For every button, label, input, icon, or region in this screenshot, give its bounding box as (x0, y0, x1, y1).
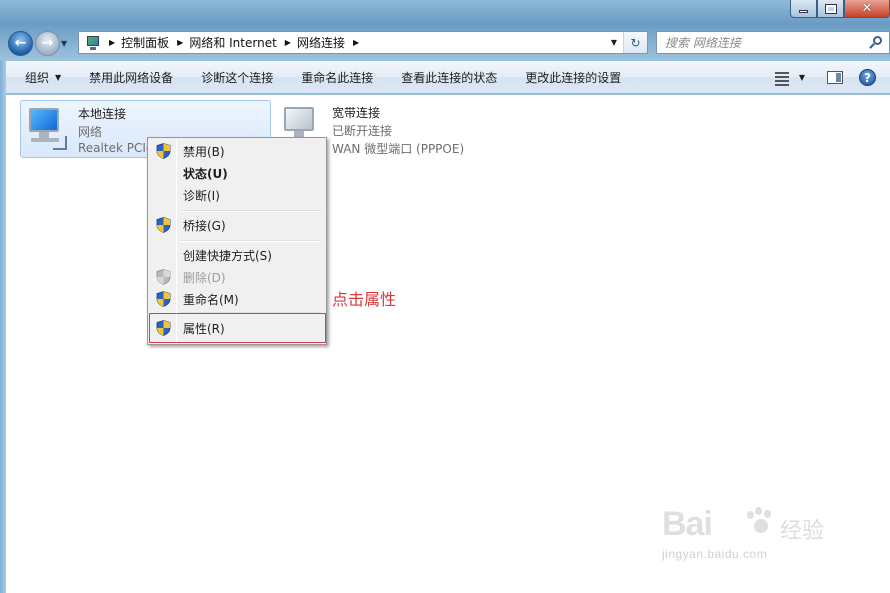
baidu-watermark: Bai 经验 jingyan.baidu.com (662, 505, 872, 565)
maximize-icon (824, 3, 837, 14)
close-button[interactable]: ✕ (844, 0, 890, 18)
breadcrumb-chevron-icon[interactable]: ▶ (285, 38, 291, 47)
menu-item-diagnose[interactable]: 诊断(I) (150, 184, 324, 206)
control-panel-icon (85, 35, 101, 51)
search-input[interactable]: 搜索 网络连接 (665, 34, 869, 51)
network-adapter-icon (27, 108, 69, 152)
breadcrumb-chevron-icon[interactable]: ▶ (353, 38, 359, 47)
uac-shield-icon (156, 320, 171, 336)
menu-item-status[interactable]: 状态(U) (150, 162, 324, 184)
change-settings-button[interactable]: 更改此连接的设置 (511, 61, 635, 94)
menu-separator (180, 210, 322, 212)
uac-shield-disabled-icon (156, 269, 171, 285)
address-bar[interactable]: ▶ 控制面板 ▶ 网络和 Internet ▶ 网络连接 ▶ ▼ ↻ (78, 31, 648, 54)
menu-item-label: 删除(D) (183, 270, 226, 285)
breadcrumb-control-panel[interactable]: 控制面板 (121, 34, 169, 51)
command-bar-right: ▼ ? (761, 61, 890, 94)
address-dropdown-icon[interactable]: ▼ (607, 32, 621, 53)
menu-item-disable[interactable]: 禁用(B) (150, 140, 324, 162)
minimize-icon (799, 10, 808, 13)
rename-connection-button[interactable]: 重命名此连接 (287, 61, 387, 94)
uac-shield-icon (156, 143, 171, 159)
caption-buttons: ✕ (790, 0, 890, 18)
change-view-icon[interactable] (774, 71, 789, 86)
breadcrumb-chevron-icon[interactable]: ▶ (177, 38, 183, 47)
navigation-bar: ← → ▼ ▶ 控制面板 ▶ 网络和 Internet ▶ 网络连接 ▶ ▼ ↻… (8, 28, 890, 58)
connection-name: 宽带连接 (332, 106, 381, 120)
forward-arrow-icon: → (41, 35, 54, 51)
breadcrumb-network-connections[interactable]: 网络连接 (297, 34, 345, 51)
organize-menu-button[interactable]: 组织 ▼ (6, 61, 75, 94)
connection-device: Realtek PCIe (78, 141, 154, 155)
annotation-text: 点击属性 (332, 290, 397, 309)
maximize-button[interactable] (817, 0, 844, 18)
uac-shield-icon (156, 291, 171, 307)
disable-device-button[interactable]: 禁用此网络设备 (75, 61, 187, 94)
breadcrumb-chevron-icon[interactable]: ▶ (109, 38, 115, 47)
paw-icon (744, 507, 774, 537)
view-status-button[interactable]: 查看此连接的状态 (387, 61, 511, 94)
chevron-down-icon: ▼ (55, 72, 62, 82)
menu-separator (180, 240, 322, 242)
connection-status: 网络 (78, 125, 103, 139)
minimize-button[interactable] (790, 0, 817, 18)
back-arrow-icon: ← (14, 35, 27, 51)
preview-pane-icon[interactable] (827, 71, 843, 84)
connection-device: WAN 微型端口 (PPPOE) (332, 142, 465, 156)
breadcrumb-network-internet[interactable]: 网络和 Internet (189, 34, 276, 51)
views-dropdown-icon[interactable]: ▼ (799, 73, 805, 82)
menu-item-label: 重命名(M) (183, 292, 239, 307)
watermark-logo-text: Bai (662, 505, 713, 543)
menu-item-label: 属性(R) (183, 321, 225, 336)
search-box[interactable]: 搜索 网络连接 (656, 31, 890, 54)
connection-status: 已断开连接 (332, 124, 393, 138)
recent-pages-dropdown[interactable]: ▼ (61, 39, 73, 48)
context-menu: 禁用(B) 状态(U) 诊断(I) 桥接(G) 创建快捷方式(S) 删除(D) … (147, 137, 327, 345)
back-button[interactable]: ← (8, 30, 33, 56)
help-icon[interactable]: ? (859, 69, 876, 86)
menu-item-properties[interactable]: 属性(R) (149, 313, 326, 343)
menu-item-create-shortcut[interactable]: 创建快捷方式(S) (150, 244, 324, 266)
watermark-url: jingyan.baidu.com (662, 547, 768, 561)
organize-label: 组织 (25, 70, 50, 85)
search-icon[interactable] (869, 35, 883, 50)
menu-item-label: 诊断(I) (183, 188, 220, 203)
close-icon: ✕ (861, 1, 873, 16)
watermark-cn-text: 经验 (780, 519, 825, 544)
menu-item-label: 创建快捷方式(S) (183, 248, 272, 263)
menu-item-delete: 删除(D) (150, 266, 324, 288)
menu-item-label: 桥接(G) (183, 218, 226, 233)
diagnose-connection-button[interactable]: 诊断这个连接 (187, 61, 287, 94)
connection-name: 本地连接 (78, 107, 127, 121)
forward-button[interactable]: → (35, 30, 60, 56)
menu-item-label: 禁用(B) (183, 144, 225, 159)
uac-shield-icon (156, 217, 171, 233)
refresh-button[interactable]: ↻ (623, 32, 647, 53)
command-bar: 组织 ▼ 禁用此网络设备 诊断这个连接 重命名此连接 查看此连接的状态 更改此连… (6, 61, 890, 94)
menu-item-rename[interactable]: 重命名(M) (150, 288, 324, 310)
menu-item-label: 状态(U) (183, 166, 228, 181)
menu-item-bridge[interactable]: 桥接(G) (150, 214, 324, 236)
